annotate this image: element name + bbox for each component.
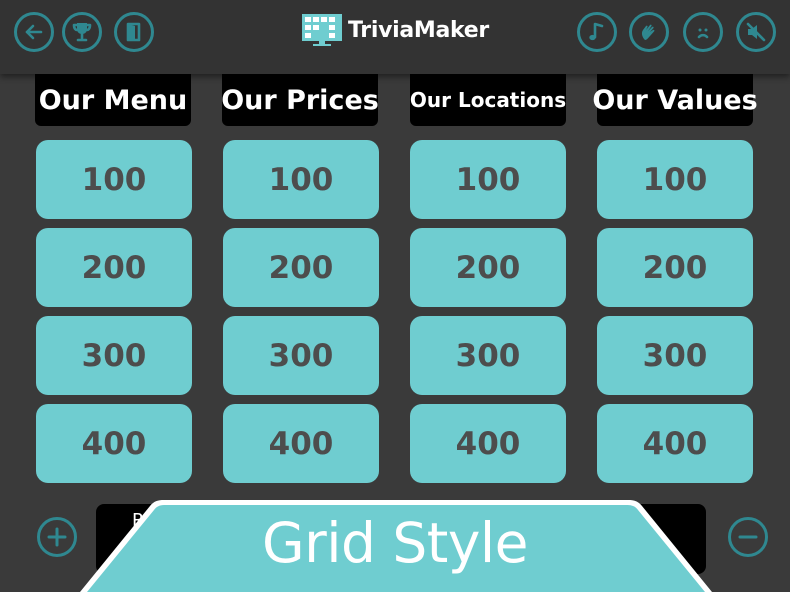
question-tile[interactable]: 400 — [597, 404, 753, 483]
triviamaker-logo-icon — [302, 14, 342, 46]
brand-name: TriviaMaker — [348, 17, 489, 43]
question-tile[interactable]: 200 — [36, 228, 192, 307]
category-header: Our Menu — [35, 74, 191, 126]
question-tile[interactable]: 300 — [597, 316, 753, 395]
question-tile[interactable]: 300 — [410, 316, 566, 395]
back-arrow-icon[interactable] — [14, 12, 54, 52]
question-tile[interactable]: 200 — [410, 228, 566, 307]
question-tile[interactable]: 400 — [223, 404, 379, 483]
trophy-icon[interactable] — [62, 12, 102, 52]
exit-door-icon[interactable] — [114, 12, 154, 52]
music-note-icon[interactable] — [577, 12, 617, 52]
clapping-hands-icon[interactable] — [629, 12, 669, 52]
question-tile[interactable]: 100 — [597, 140, 753, 219]
top-toolbar: TriviaMaker — [0, 0, 790, 74]
question-tile[interactable]: 100 — [36, 140, 192, 219]
question-tile[interactable]: 200 — [597, 228, 753, 307]
category-header: Our Values — [592, 74, 758, 126]
question-tile[interactable]: 100 — [223, 140, 379, 219]
category-header: Our Locations — [410, 74, 566, 126]
question-tile[interactable]: 400 — [410, 404, 566, 483]
question-tile[interactable]: 300 — [36, 316, 192, 395]
question-tile[interactable]: 100 — [410, 140, 566, 219]
mute-icon[interactable] — [736, 12, 776, 52]
question-tile[interactable]: 400 — [36, 404, 192, 483]
sad-face-icon[interactable] — [683, 12, 723, 52]
banner-title: Grid Style — [261, 511, 529, 575]
category-header: Our Prices — [221, 74, 379, 126]
question-tile[interactable]: 300 — [223, 316, 379, 395]
question-tile[interactable]: 200 — [223, 228, 379, 307]
brand: TriviaMaker — [302, 14, 489, 46]
